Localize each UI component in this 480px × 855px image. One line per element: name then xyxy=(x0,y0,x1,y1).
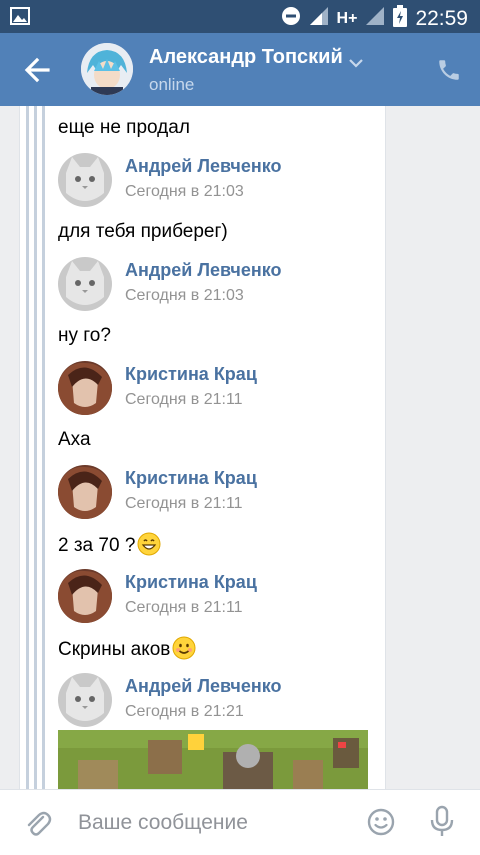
message-timestamp: Сегодня в 21:03 xyxy=(125,287,244,304)
message-timestamp: Сегодня в 21:03 xyxy=(125,183,244,200)
contact-name[interactable]: Александр Топский xyxy=(149,46,343,69)
author-avatar[interactable] xyxy=(58,361,112,415)
quote-bar xyxy=(42,106,45,789)
author-name[interactable]: Кристина Крац xyxy=(125,364,257,385)
signal-icon xyxy=(365,6,385,31)
message-author-row: Кристина Крац Сегодня в 21:11 xyxy=(58,361,368,421)
author-avatar[interactable] xyxy=(58,465,112,519)
author-name[interactable]: Андрей Левченко xyxy=(125,156,282,177)
message-text: 2 за 70 ? xyxy=(58,532,161,558)
message-author-row: Кристина Крац Сегодня в 21:11 xyxy=(58,569,368,629)
message-timestamp: Сегодня в 21:11 xyxy=(125,495,243,512)
status-bar: H+ 22:59 xyxy=(0,0,480,33)
author-avatar[interactable] xyxy=(58,569,112,623)
message-author-row: Андрей Левченко Сегодня в 21:21 xyxy=(58,673,368,733)
arrow-left-icon[interactable] xyxy=(22,55,54,85)
battery-icon xyxy=(393,5,408,32)
message-timestamp: Сегодня в 21:21 xyxy=(125,703,244,720)
message-composer xyxy=(0,789,480,855)
contact-avatar[interactable] xyxy=(81,43,133,95)
microphone-icon[interactable] xyxy=(428,805,456,839)
author-name[interactable]: Кристина Крац xyxy=(125,572,257,593)
message-text: Скрины аков xyxy=(58,636,196,662)
network-type: H+ xyxy=(336,9,358,27)
author-avatar[interactable] xyxy=(58,153,112,207)
do-not-disturb-icon xyxy=(281,6,301,31)
smiling-emoji-icon xyxy=(172,636,196,660)
message-timestamp: Сегодня в 21:11 xyxy=(125,391,243,408)
photo-attachment[interactable] xyxy=(58,730,368,789)
message-author-row: Андрей Левченко Сегодня в 21:03 xyxy=(58,153,368,213)
message-text: Аха xyxy=(58,429,91,450)
signal-icon xyxy=(309,6,329,31)
message-list[interactable]: еще не продал Андрей Левченко Сегодня в … xyxy=(0,106,480,789)
grinning-emoji-icon xyxy=(137,532,161,556)
phone-icon[interactable] xyxy=(436,57,462,83)
clock: 22:59 xyxy=(415,6,468,30)
message-input[interactable] xyxy=(76,808,350,838)
message-author-row: Кристина Крац Сегодня в 21:11 xyxy=(58,465,368,525)
image-notification-icon xyxy=(10,7,30,30)
message-author-row: Андрей Левченко Сегодня в 21:03 xyxy=(58,257,368,317)
quote-bar xyxy=(26,106,29,789)
message-timestamp: Сегодня в 21:11 xyxy=(125,599,243,616)
message-text: для тебя приберег) xyxy=(58,221,228,242)
author-name[interactable]: Кристина Крац xyxy=(125,468,257,489)
author-avatar[interactable] xyxy=(58,673,112,727)
chevron-down-icon[interactable] xyxy=(349,55,363,68)
chat-header: Александр Топский online xyxy=(0,33,480,106)
quote-bar xyxy=(34,106,37,789)
paperclip-icon[interactable] xyxy=(22,807,52,837)
smile-icon[interactable] xyxy=(366,807,396,837)
author-avatar[interactable] xyxy=(58,257,112,311)
author-name[interactable]: Андрей Левченко xyxy=(125,676,282,697)
contact-status: online xyxy=(149,75,195,94)
message-text: еще не продал xyxy=(58,117,190,138)
message-text: ну го? xyxy=(58,325,111,346)
author-name[interactable]: Андрей Левченко xyxy=(125,260,282,281)
